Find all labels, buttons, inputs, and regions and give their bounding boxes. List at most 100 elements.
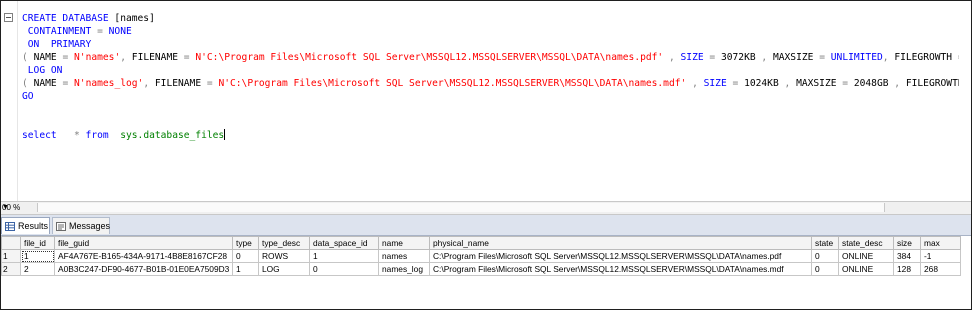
code-token: = <box>842 78 854 89</box>
code-line[interactable]: CREATE DATABASE [names] <box>22 12 959 25</box>
code-token: N'names' <box>74 52 121 63</box>
code-token: from <box>85 130 109 141</box>
code-token: ( <box>22 78 34 89</box>
code-token: LOG ON <box>22 65 63 76</box>
code-token: SIZE <box>680 52 710 63</box>
column-header-type-desc[interactable]: type_desc <box>258 236 310 250</box>
code-line[interactable]: GO <box>22 90 959 103</box>
code-token: ( <box>22 52 34 63</box>
collapse-minus-icon[interactable] <box>4 13 13 22</box>
table-cell[interactable]: names <box>378 249 430 263</box>
table-cell[interactable]: 1 <box>232 262 259 276</box>
table-cell[interactable]: 2 <box>20 262 55 276</box>
code-token: NONE <box>108 26 132 37</box>
grid-icon <box>5 222 15 231</box>
table-row[interactable]: 2 2 A0B3C247-DF90-4677-B01B-01E0EA7509D3 1 L… <box>1 262 961 276</box>
code-line[interactable]: ( NAME = N'names', FILENAME = N'C:\Progr… <box>22 51 959 64</box>
table-cell[interactable]: AF4A767E-B165-434A-9171-4B8E8167CF28 <box>54 249 233 263</box>
column-header-state-desc[interactable]: state_desc <box>838 236 894 250</box>
tab-messages[interactable]: Messages <box>52 217 110 234</box>
column-header-size[interactable]: size <box>893 236 921 250</box>
code-token: , <box>120 52 132 63</box>
row-number[interactable]: 2 <box>1 262 21 276</box>
table-cell[interactable]: 1 <box>309 249 379 263</box>
code-token: , <box>663 52 681 63</box>
table-cell[interactable]: 128 <box>893 262 921 276</box>
code-line[interactable]: LOG ON <box>22 64 959 77</box>
code-token: FILEGROWTH <box>894 52 958 63</box>
code-line[interactable]: ( NAME = N'names_log', FILENAME = N'C:\P… <box>22 77 959 90</box>
code-token: SIZE <box>703 78 733 89</box>
column-header-name[interactable]: name <box>378 236 430 250</box>
column-header-max[interactable]: max <box>920 236 961 250</box>
column-header-file-id[interactable]: file_id <box>20 236 55 250</box>
code-token: , <box>143 78 155 89</box>
results-table: file_id file_guid type type_desc data_space_… <box>1 236 961 276</box>
code-token: = <box>732 78 745 89</box>
text-cursor <box>224 129 226 140</box>
code-token: GO <box>22 91 34 102</box>
code-token: = <box>206 78 219 89</box>
column-header-state[interactable]: state <box>811 236 839 250</box>
column-header-type[interactable]: type <box>232 236 259 250</box>
code-token: 3072KB <box>720 52 762 63</box>
sql-code[interactable]: CREATE DATABASE [names] CONTAINMENT = NO… <box>22 12 959 142</box>
code-token: , <box>894 78 906 89</box>
code-token: [names] <box>114 13 155 24</box>
code-token: NAME <box>33 52 63 63</box>
row-number[interactable]: 1 <box>1 249 21 263</box>
code-line[interactable] <box>22 103 959 116</box>
code-token: ON PRIMARY <box>22 39 92 50</box>
table-cell[interactable]: 384 <box>893 249 921 263</box>
table-cell[interactable]: names_log <box>378 262 430 276</box>
code-line[interactable]: ON PRIMARY <box>22 38 959 51</box>
tab-results[interactable]: Results <box>1 217 50 234</box>
editor-gutter <box>1 1 18 201</box>
column-header-physical-name[interactable]: physical_name <box>429 236 812 250</box>
code-token: = <box>709 52 721 63</box>
table-cell[interactable]: 0 <box>811 262 839 276</box>
query-editor[interactable]: CREATE DATABASE [names] CONTAINMENT = NO… <box>1 1 959 201</box>
table-cell[interactable]: 268 <box>920 262 961 276</box>
code-token: , <box>882 52 895 63</box>
code-token: , <box>761 52 773 63</box>
code-token: = <box>97 26 109 37</box>
code-line[interactable] <box>22 116 959 129</box>
table-cell[interactable]: ONLINE <box>838 249 894 263</box>
code-token: FILEGROWTH <box>905 78 959 89</box>
code-token: FILENAME <box>154 78 207 89</box>
table-row[interactable]: 1 1 AF4A767E-B165-434A-9171-4B8E8167CF28 0 R… <box>1 249 961 263</box>
code-line[interactable]: CONTAINMENT = NONE <box>22 25 959 38</box>
zoom-dropdown[interactable]: 00 % ▼ <box>1 202 35 214</box>
table-cell[interactable]: C:\Program Files\Microsoft SQL Server\MS… <box>429 249 812 263</box>
code-token: = <box>62 52 75 63</box>
table-cell[interactable]: 0 <box>309 262 379 276</box>
column-header-data-space-id[interactable]: data_space_id <box>309 236 379 250</box>
code-token: MAXSIZE <box>796 78 843 89</box>
code-token: = <box>183 52 196 63</box>
table-cell[interactable]: ONLINE <box>838 262 894 276</box>
results-grid[interactable]: file_id file_guid type type_desc data_space_… <box>1 236 971 309</box>
code-token: select <box>22 130 57 141</box>
code-token: sys.database_files <box>120 130 225 141</box>
row-number-header[interactable] <box>1 236 21 250</box>
code-token: N'C:\Program Files\Microsoft SQL Server\… <box>218 78 687 89</box>
table-cell[interactable]: ROWS <box>258 249 310 263</box>
table-cell[interactable]: -1 <box>920 249 961 263</box>
table-cell[interactable]: 0 <box>232 249 259 263</box>
ssms-query-window: CREATE DATABASE [names] CONTAINMENT = NO… <box>0 0 972 310</box>
code-token: = <box>62 78 75 89</box>
code-token: UNLIMITED <box>830 52 883 63</box>
table-cell[interactable]: 0 <box>811 249 839 263</box>
code-token: , <box>686 78 704 89</box>
column-header-file-guid[interactable]: file_guid <box>54 236 233 250</box>
code-line[interactable]: select * from sys.database_files <box>22 129 959 142</box>
table-cell[interactable]: 1 <box>20 249 55 263</box>
editor-horizontal-scrollbar[interactable] <box>37 203 885 212</box>
table-cell[interactable]: C:\Program Files\Microsoft SQL Server\MS… <box>429 262 812 276</box>
code-token: FILENAME <box>131 52 184 63</box>
table-cell[interactable]: A0B3C247-DF90-4677-B01B-01E0EA7509D3 <box>54 262 233 276</box>
table-cell[interactable]: LOG <box>258 262 310 276</box>
